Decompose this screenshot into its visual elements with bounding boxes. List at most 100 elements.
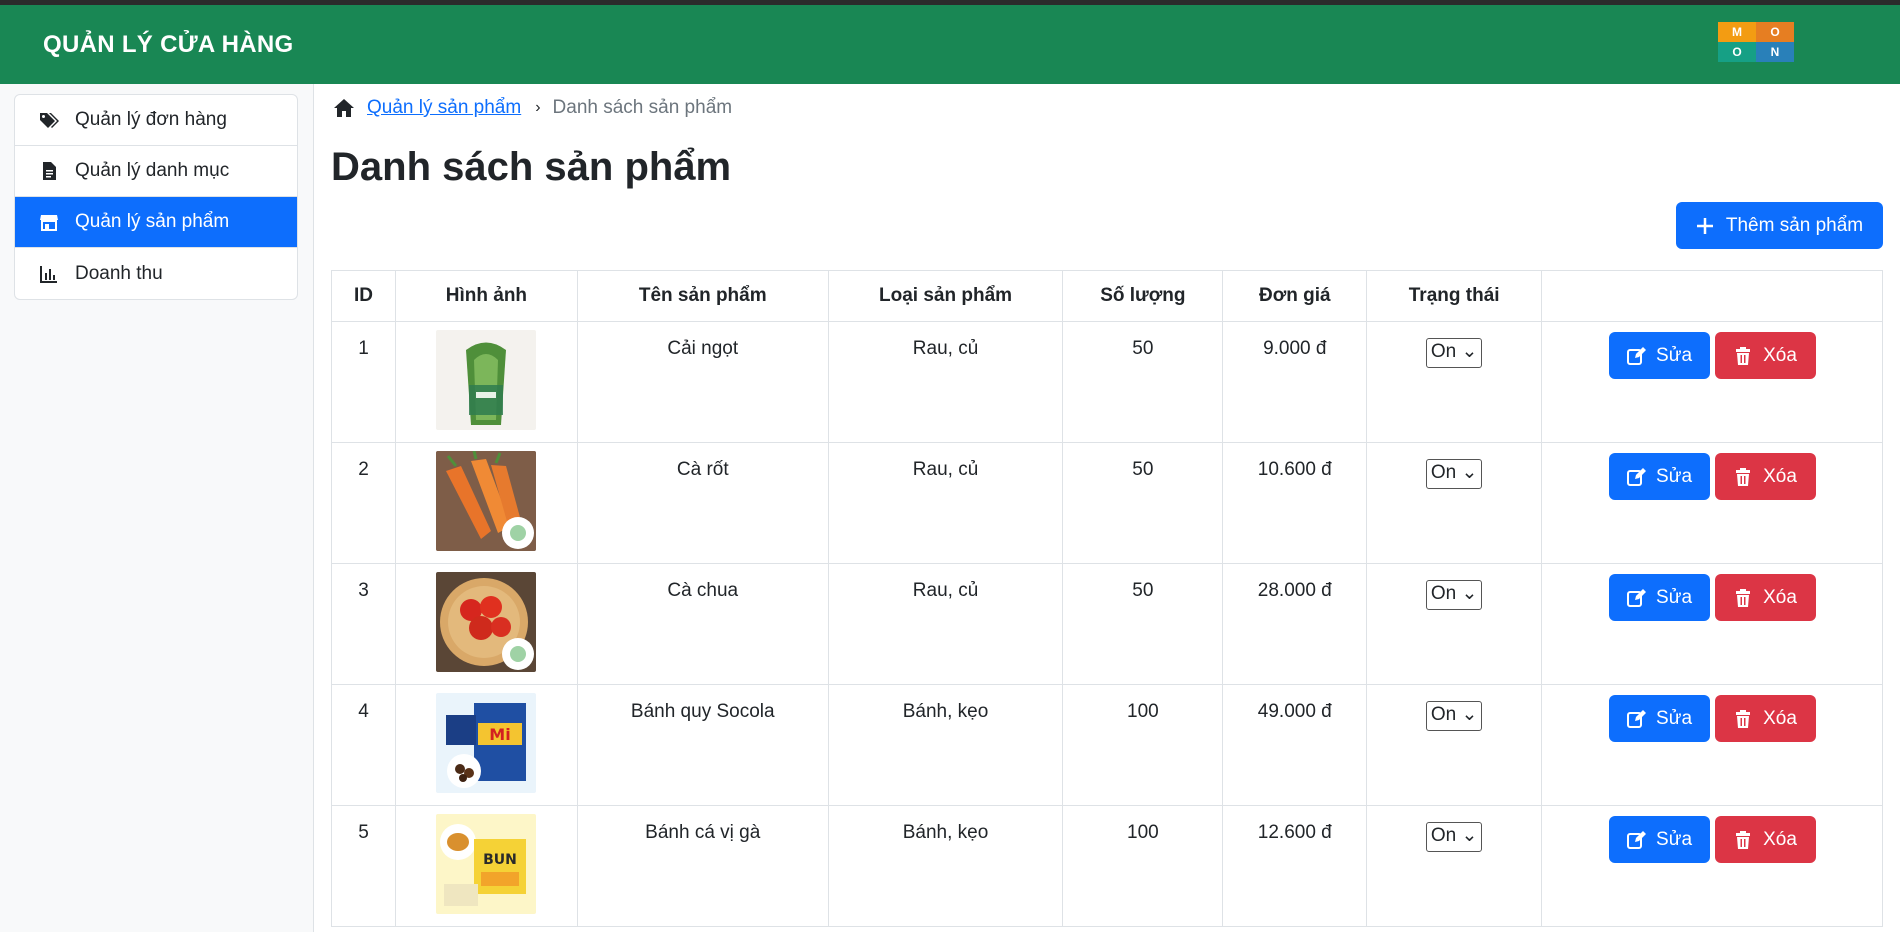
cell-quantity: 50	[1062, 442, 1224, 564]
add-product-label: Thêm sản phẩm	[1725, 214, 1864, 236]
cell-id: 3	[331, 563, 396, 685]
cell-name: Bánh quy Socola	[576, 684, 829, 806]
delete-button[interactable]: Xóa	[1714, 695, 1816, 742]
delete-button[interactable]: Xóa	[1714, 574, 1816, 621]
column-header: Loại sản phẩm	[827, 270, 1064, 322]
table-row: 3 Cà chua Rau, củ 50 28.000 đ On ⌄ Sửa X…	[331, 563, 1883, 685]
shop-icon	[40, 215, 58, 231]
status-select[interactable]: On ⌄	[1425, 701, 1483, 731]
cell-status: On ⌄	[1366, 684, 1543, 806]
edit-icon	[1627, 588, 1647, 607]
table-row: 5 BUN Bánh cá vị gà Bánh, kẹo 100 12.600…	[331, 805, 1883, 927]
sidebar-item-products[interactable]: Quản lý sản phẩm	[15, 197, 297, 248]
cell-category: Rau, củ	[827, 563, 1064, 685]
brand-title[interactable]: QUẢN LÝ CỬA HÀNG	[43, 31, 293, 59]
svg-text:Mi: Mi	[490, 725, 511, 744]
edit-icon	[1627, 346, 1647, 365]
cell-category: Rau, củ	[827, 442, 1064, 564]
sidebar-item-orders[interactable]: Quản lý đơn hàng	[15, 95, 297, 146]
cell-category: Bánh, kẹo	[827, 684, 1064, 806]
file-icon	[43, 162, 56, 180]
trash-icon	[1736, 709, 1751, 728]
products-table: ID Hình ảnh Tên sản phẩm Loại sản phẩm S…	[331, 270, 1883, 927]
cell-id: 5	[331, 805, 396, 927]
cell-price: 12.600 đ	[1222, 805, 1368, 927]
edit-button[interactable]: Sửa	[1608, 574, 1710, 621]
page-title: Danh sách sản phẩm	[331, 145, 732, 189]
cell-name: Bánh cá vị gà	[576, 805, 829, 927]
edit-label: Sửa	[1656, 344, 1693, 366]
breadcrumb-link[interactable]: Quản lý sản phẩm	[367, 97, 521, 119]
cell-name: Cà rốt	[576, 442, 829, 564]
cell-actions: Sửa Xóa	[1541, 321, 1883, 443]
edit-button[interactable]: Sửa	[1608, 695, 1710, 742]
product-image-choco-cookie[interactable]: Mi	[436, 693, 537, 793]
cell-status: On ⌄	[1366, 563, 1543, 685]
cell-name: Cà chua	[576, 563, 829, 685]
edit-icon	[1627, 467, 1647, 486]
top-navbar: QUẢN LÝ CỬA HÀNG M O O N	[0, 5, 1900, 84]
delete-button[interactable]: Xóa	[1714, 332, 1816, 379]
cell-status: On ⌄	[1366, 321, 1543, 443]
status-value: On	[1430, 704, 1457, 725]
cell-id: 4	[331, 684, 396, 806]
tags-icon	[40, 113, 59, 128]
edit-icon	[1627, 709, 1647, 728]
cell-id: 1	[331, 321, 396, 443]
cell-image: Mi	[394, 684, 578, 806]
column-header: ID	[331, 270, 396, 322]
table-row: 1 Cải ngọt Rau, củ 50 9.000 đ On ⌄ Sửa X…	[331, 321, 1883, 443]
sidebar-menu: Quản lý đơn hàng Quản lý danh mục Quản l…	[14, 94, 298, 300]
delete-button[interactable]: Xóa	[1714, 453, 1816, 500]
logo-letter: N	[1756, 42, 1794, 62]
status-select[interactable]: On ⌄	[1425, 338, 1483, 368]
sidebar-item-label: Quản lý đơn hàng	[75, 109, 227, 130]
breadcrumb: Quản lý sản phẩm › Danh sách sản phẩm	[333, 97, 732, 119]
product-image-fish-cake[interactable]: BUN	[436, 814, 537, 914]
add-product-button[interactable]: Thêm sản phẩm	[1676, 202, 1883, 249]
sidebar-item-revenue[interactable]: Doanh thu	[15, 248, 297, 299]
edit-button[interactable]: Sửa	[1608, 453, 1710, 500]
cell-quantity: 50	[1062, 321, 1224, 443]
cell-price: 28.000 đ	[1222, 563, 1368, 685]
cell-image	[394, 563, 578, 685]
chevron-right-icon: ›	[535, 99, 541, 116]
delete-button[interactable]: Xóa	[1714, 816, 1816, 863]
sidebar-item-label: Quản lý danh mục	[75, 160, 230, 181]
home-icon[interactable]	[333, 97, 355, 119]
logo-letter: M	[1718, 22, 1756, 42]
cell-image	[394, 321, 578, 443]
edit-label: Sửa	[1656, 586, 1693, 608]
status-value: On	[1430, 341, 1457, 362]
status-value: On	[1430, 462, 1457, 483]
delete-label: Xóa	[1763, 707, 1797, 729]
cell-name: Cải ngọt	[576, 321, 829, 443]
status-select[interactable]: On ⌄	[1425, 580, 1483, 610]
cell-actions: Sửa Xóa	[1541, 684, 1883, 806]
plus-icon	[1696, 217, 1713, 234]
delete-label: Xóa	[1763, 828, 1797, 850]
cell-category: Bánh, kẹo	[827, 805, 1064, 927]
product-image-bok-choy[interactable]	[436, 330, 537, 430]
status-select[interactable]: On ⌄	[1425, 822, 1483, 852]
table-header-row: ID Hình ảnh Tên sản phẩm Loại sản phẩm S…	[331, 270, 1883, 322]
status-select[interactable]: On ⌄	[1425, 459, 1483, 489]
product-image-tomato[interactable]	[436, 572, 537, 672]
column-header: Tên sản phẩm	[576, 270, 829, 322]
product-image-carrot[interactable]	[436, 451, 537, 551]
cell-status: On ⌄	[1366, 442, 1543, 564]
table-row: 4 Mi Bánh quy Socola Bánh, kẹo 100 49.00…	[331, 684, 1883, 806]
table-row: 2 Cà rốt Rau, củ 50 10.600 đ On ⌄ Sửa Xó…	[331, 442, 1883, 564]
sidebar-item-label: Quản lý sản phẩm	[75, 211, 230, 232]
edit-icon	[1627, 830, 1647, 849]
bar-chart-icon	[40, 265, 57, 283]
edit-button[interactable]: Sửa	[1608, 332, 1710, 379]
logo-letter: O	[1718, 42, 1756, 62]
cell-status: On ⌄	[1366, 805, 1543, 927]
breadcrumb-current: Danh sách sản phẩm	[552, 97, 733, 118]
trash-icon	[1736, 830, 1751, 849]
edit-button[interactable]: Sửa	[1608, 816, 1710, 863]
sidebar-item-categories[interactable]: Quản lý danh mục	[15, 146, 297, 197]
cell-price: 49.000 đ	[1222, 684, 1368, 806]
column-header	[1541, 270, 1883, 322]
